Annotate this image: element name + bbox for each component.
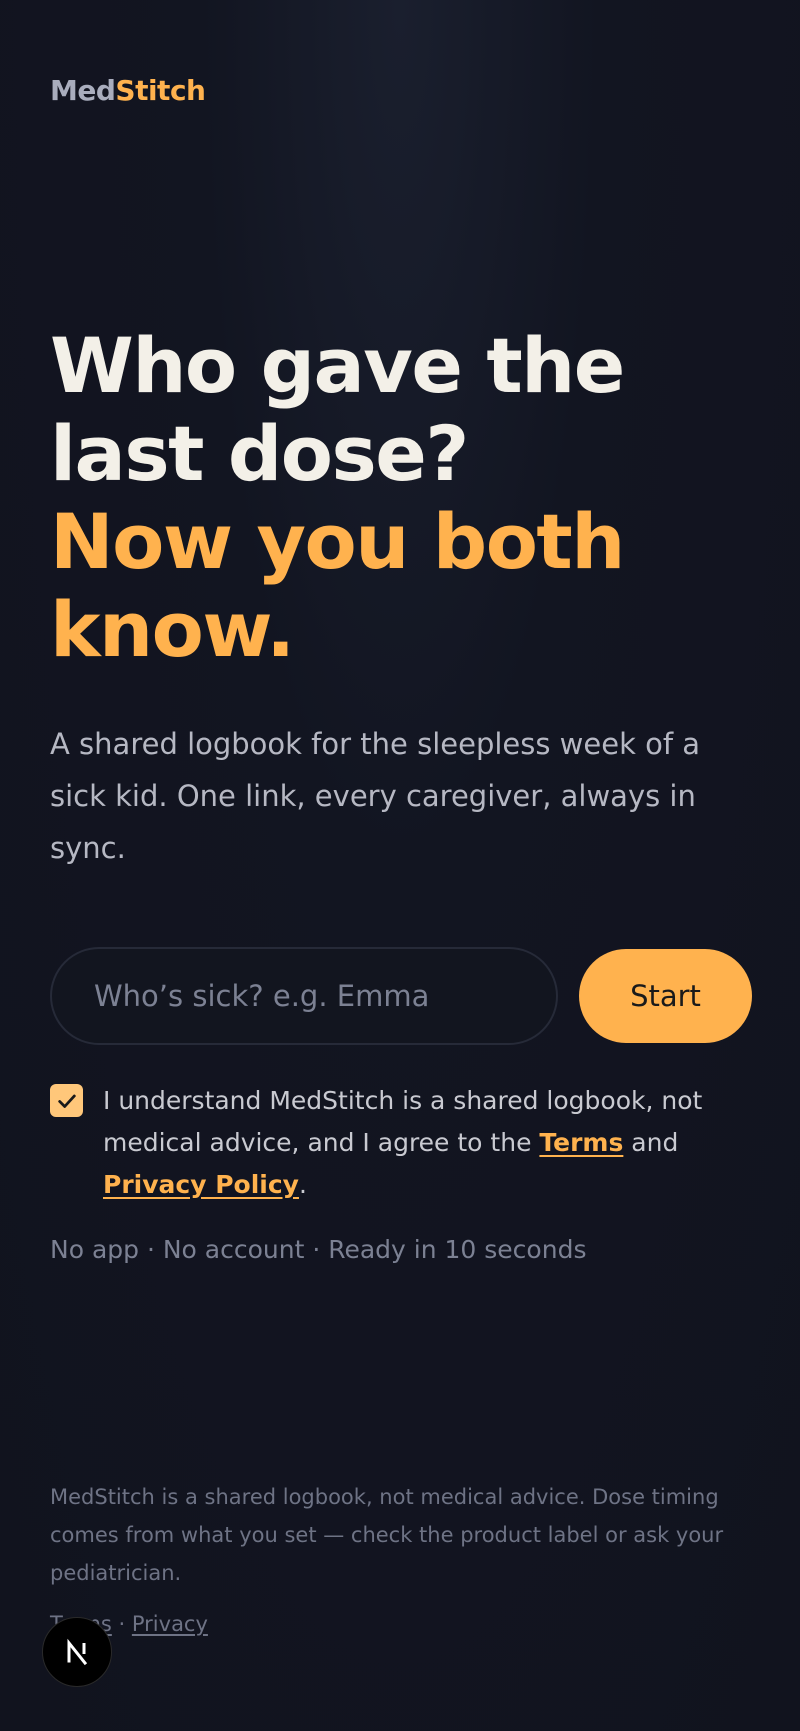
hero-subtitle: A shared logbook for the sleepless week … <box>50 727 701 865</box>
hero-line-2: last dose? <box>50 409 469 498</box>
hero-headline: Who gave the last dose? Now you both kno… <box>50 322 750 674</box>
brand-logo-part1: Med <box>50 74 116 107</box>
start-button[interactable]: Start <box>579 949 752 1043</box>
consent-privacy-link[interactable]: Privacy Policy <box>103 1170 299 1199</box>
patient-name-input[interactable] <box>50 947 558 1045</box>
consent-terms-link[interactable]: Terms <box>539 1128 623 1157</box>
nextjs-logo-icon <box>67 1638 88 1666</box>
hero-line-4: know. <box>50 585 295 674</box>
footer-privacy-link[interactable]: Privacy <box>132 1612 208 1636</box>
nextjs-dev-badge[interactable] <box>42 1617 112 1687</box>
consent-text-between: and <box>623 1128 679 1157</box>
consent-checkbox[interactable] <box>50 1084 83 1117</box>
checkmark-icon <box>57 1094 76 1108</box>
consent-text: I understand MedStitch is a shared logbo… <box>103 1080 743 1206</box>
hero-line-3: Now you both <box>50 497 625 586</box>
start-form: Start <box>50 947 752 1045</box>
brand-logo[interactable]: MedStitch <box>50 74 206 107</box>
consent-text-after: . <box>298 1170 307 1199</box>
footer-separator: · <box>111 1612 132 1636</box>
hero-line-1: Who gave the <box>50 321 625 410</box>
features-line: No app · No account · Ready in 10 second… <box>50 1235 587 1264</box>
footer-disclaimer: MedStitch is a shared logbook, not medic… <box>50 1485 724 1585</box>
brand-logo-part2: Stitch <box>115 74 206 107</box>
